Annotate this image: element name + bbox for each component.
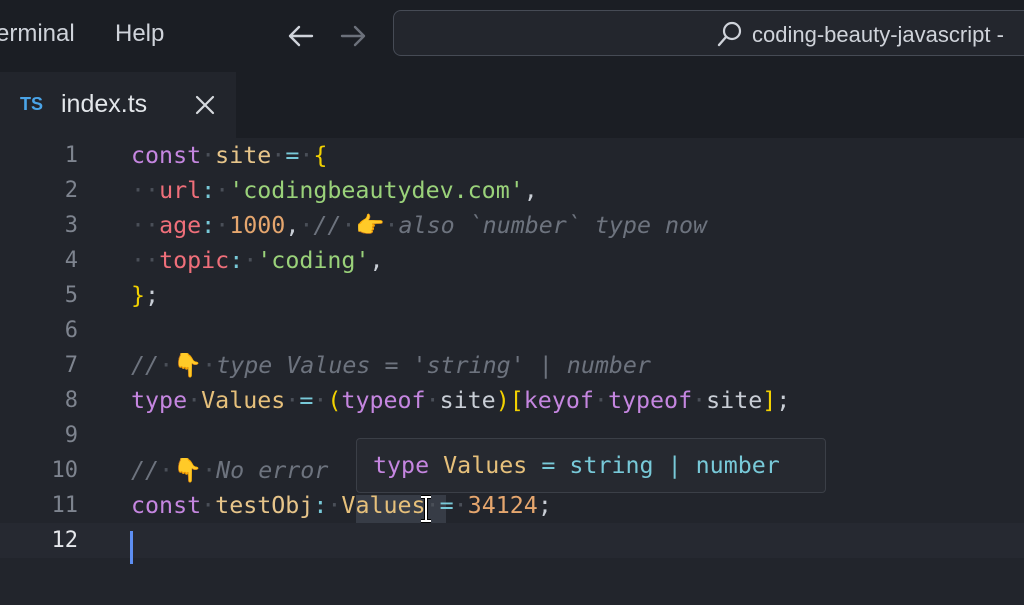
token-variable: testObj [215,492,314,519]
token-string: 'codingbeautydev.com' [229,177,524,204]
token-identifier: site [706,387,763,414]
token-bracket: [ [509,387,524,414]
token-keyword: const [131,492,202,519]
token-type-hovered[interactable]: Values [341,492,425,519]
pointing-down-emoji-icon: 👇 [173,457,203,484]
line-number: 7 [64,353,78,378]
token-keyword: type [131,387,188,414]
code-line-12: 12 [0,523,1024,558]
token-variable: site [215,142,272,169]
token-keyword: typeof [341,387,426,414]
token-number: 1000 [229,212,286,239]
line-number: 2 [64,178,78,203]
tooltip-type: number [695,452,780,479]
command-center-search[interactable]: coding-beauty-javascript - [393,10,1024,56]
code-line-11: 11 const·testObj:·Values·=·34124; [0,488,1024,523]
token-punct: : [201,177,216,204]
tooltip-keyword: type [373,452,430,479]
token-number: 34124 [467,492,538,519]
code-line-5: 5 }; [0,278,1024,313]
token-string: 'coding' [257,247,370,274]
title-bar: erminal Help coding-beauty-javascript - [0,0,1024,72]
code-line-7: 7 //·👇·type Values = 'string' | number [0,348,1024,383]
code-editor[interactable]: 1 const·site·=·{ 2 ··url:·'codingbeautyd… [0,138,1024,605]
forward-arrow-icon[interactable] [338,22,368,50]
line-number: 1 [64,143,78,168]
tooltip-type-name: Values [443,452,528,479]
tooltip-type: string [569,452,654,479]
text-cursor [130,531,133,564]
pointing-right-emoji-icon: 👉 [355,212,385,239]
token-operator: = [285,142,300,169]
token-punct: ; [145,282,160,309]
line-number: 9 [64,423,78,448]
menu-help[interactable]: Help [115,20,164,48]
token-punct: ; [537,492,552,519]
tab-filename: index.ts [61,90,148,118]
token-keyword: keyof [523,387,594,414]
token-comment: also `number` type now [398,212,708,239]
token-punct: : [229,247,244,274]
token-operator: = [299,387,314,414]
token-punct: , [285,212,300,239]
text-cursor-ibeam-icon [421,495,431,523]
tab-bar: TS index.ts [0,72,1024,138]
line-number: 6 [64,318,78,343]
pointing-down-emoji-icon: 👇 [173,352,203,379]
search-icon [717,21,742,47]
line-number: 11 [51,493,79,518]
token-keyword: typeof [607,387,693,414]
token-brace: } [131,282,146,309]
code-line-8: 8 type·Values·=·(typeof·site)[keyof·type… [0,383,1024,418]
tooltip-operator: | [667,452,682,479]
line-number: 12 [51,528,79,553]
token-punct: , [369,247,384,274]
token-keyword: const [131,142,202,169]
token-paren: ) [495,387,510,414]
token-property: age [159,212,202,239]
type-hover-tooltip: type Values = string | number [356,438,826,493]
token-comment: // [313,212,342,239]
search-text: coding-beauty-javascript - [752,22,1004,47]
close-icon[interactable] [194,94,216,116]
token-property: topic [159,247,230,274]
tab-index-ts[interactable]: TS index.ts [0,72,236,138]
token-bracket: ] [762,387,777,414]
code-line-1: 1 const·site·=·{ [0,138,1024,173]
code-line-3: 3 ··age:·1000,·//·👉·also `number` type n… [0,208,1024,243]
token-comment: // [131,352,160,379]
line-number: 5 [64,283,78,308]
token-operator: = [439,492,454,519]
token-comment: type Values = 'string' | number [216,352,651,379]
typescript-file-icon: TS [20,94,44,114]
token-comment: No error [216,457,329,484]
tooltip-operator: = [541,452,556,479]
menu-terminal[interactable]: erminal [0,20,75,48]
token-identifier: site [439,387,496,414]
code-line-2: 2 ··url:·'codingbeautydev.com', [0,173,1024,208]
token-brace: { [313,142,328,169]
token-property: url [159,177,202,204]
token-punct: , [523,177,538,204]
token-paren: ( [327,387,342,414]
back-arrow-icon[interactable] [286,22,316,50]
code-line-6: 6 [0,313,1024,348]
line-number: 8 [64,388,78,413]
line-number: 4 [64,248,78,273]
token-punct: : [201,212,216,239]
token-comment: // [131,457,160,484]
token-punct: : [313,492,328,519]
token-type: Values [201,387,286,414]
code-line-4: 4 ··topic:·'coding', [0,243,1024,278]
line-number: 3 [64,213,78,238]
line-number: 10 [51,458,79,483]
token-punct: ; [776,387,791,414]
